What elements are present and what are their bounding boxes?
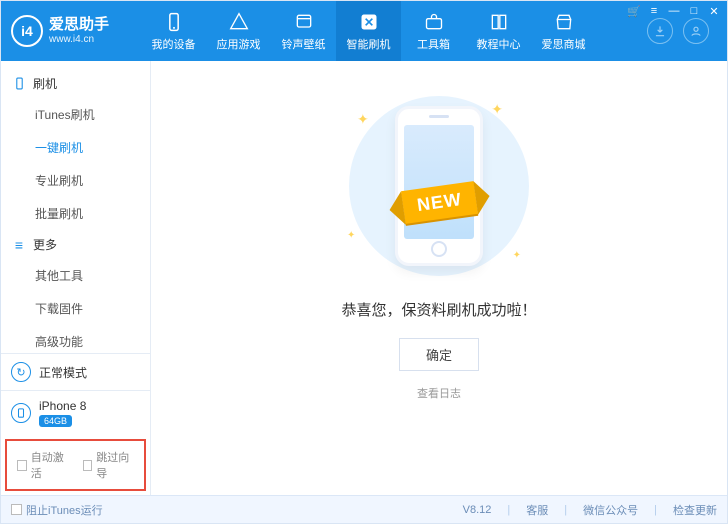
sidebar-group-more: ≡ 更多	[1, 230, 150, 259]
cart-button[interactable]: 🛒	[627, 4, 641, 18]
download-button[interactable]	[647, 18, 673, 44]
check-skip-wizard[interactable]: 跳过向导	[83, 449, 135, 481]
spark-icon: ✦	[357, 111, 369, 128]
toolbox-icon	[423, 11, 445, 33]
tab-smart-flash[interactable]: 智能刷机	[336, 1, 401, 61]
tab-label: 我的设备	[152, 36, 196, 52]
menu-button[interactable]: ≡	[647, 4, 661, 18]
sidebar-group-title: 更多	[33, 236, 57, 253]
sidebar-group-flash: 刷机	[1, 69, 150, 98]
more-icon: ≡	[11, 237, 27, 253]
success-illustration: ✦ ✦ ✦ ✦ NEW	[329, 91, 549, 281]
divider: |	[564, 504, 567, 516]
logo-badge: i4	[11, 15, 43, 47]
success-message: 恭喜您，保资料刷机成功啦！	[341, 299, 536, 320]
spark-icon: ✦	[347, 230, 355, 241]
check-auto-activate[interactable]: 自动激活	[17, 449, 69, 481]
phone-small-icon	[11, 403, 31, 423]
apps-icon	[228, 11, 250, 33]
sidebar-group-title: 刷机	[33, 75, 57, 92]
topbar: i4 爱思助手 www.i4.cn 我的设备 应用游戏 铃声壁纸 智能刷机	[1, 1, 727, 61]
user-button[interactable]	[683, 18, 709, 44]
divider: |	[507, 504, 510, 516]
check-label: 跳过向导	[96, 449, 134, 481]
app-logo: i4 爱思助手 www.i4.cn	[11, 15, 141, 47]
tab-store[interactable]: 爱思商城	[531, 1, 596, 61]
tab-label: 爱思商城	[542, 36, 586, 52]
ok-button[interactable]: 确定	[399, 338, 479, 371]
check-block-itunes[interactable]: 阻止iTunes运行	[11, 502, 103, 518]
device-icon	[163, 11, 185, 33]
view-log-link[interactable]: 查看日志	[417, 385, 461, 401]
tab-toolbox[interactable]: 工具箱	[401, 1, 466, 61]
app-name-en: www.i4.cn	[49, 34, 109, 45]
tab-ringtones[interactable]: 铃声壁纸	[271, 1, 336, 61]
book-icon	[488, 11, 510, 33]
checkbox-icon	[83, 460, 93, 471]
tab-tutorials[interactable]: 教程中心	[466, 1, 531, 61]
device-row[interactable]: iPhone 8 64GB	[1, 390, 150, 435]
device-mode-row[interactable]: ↻ 正常模式	[1, 353, 150, 390]
minimize-button[interactable]: —	[667, 4, 681, 18]
divider: |	[654, 504, 657, 516]
footer-link-wechat[interactable]: 微信公众号	[583, 502, 638, 518]
tab-label: 铃声壁纸	[282, 36, 326, 52]
window-controls: 🛒 ≡ — □ ✕	[627, 4, 721, 18]
sidebar: 刷机 iTunes刷机 一键刷机 专业刷机 批量刷机 ≡ 更多 其他工具 下载固…	[1, 61, 151, 495]
flash-icon	[358, 11, 380, 33]
sidebar-item-batch-flash[interactable]: 批量刷机	[1, 197, 150, 230]
tab-apps[interactable]: 应用游戏	[206, 1, 271, 61]
tab-label: 工具箱	[417, 36, 450, 52]
maximize-button[interactable]: □	[687, 4, 701, 18]
sidebar-item-pro-flash[interactable]: 专业刷机	[1, 164, 150, 197]
main-tabs: 我的设备 应用游戏 铃声壁纸 智能刷机 工具箱 教程中心	[141, 1, 596, 61]
refresh-icon: ↻	[11, 362, 31, 382]
check-label: 阻止iTunes运行	[26, 502, 103, 518]
sidebar-item-download-firmware[interactable]: 下载固件	[1, 292, 150, 325]
device-name: iPhone 8	[39, 399, 86, 413]
tab-label: 智能刷机	[347, 36, 391, 52]
main-panel: ✦ ✦ ✦ ✦ NEW 恭喜您，保资料刷机成功啦！ 确定 查看日志	[151, 61, 727, 495]
sidebar-item-other-tools[interactable]: 其他工具	[1, 259, 150, 292]
version-label: V8.12	[463, 504, 492, 516]
footer-link-update[interactable]: 检查更新	[673, 502, 717, 518]
check-label: 自动激活	[31, 449, 69, 481]
device-small-icon	[11, 77, 27, 90]
sidebar-item-onekey-flash[interactable]: 一键刷机	[1, 131, 150, 164]
sidebar-item-itunes-flash[interactable]: iTunes刷机	[1, 98, 150, 131]
footer-link-kefu[interactable]: 客服	[526, 502, 548, 518]
highlighted-options-box: 自动激活 跳过向导	[5, 439, 146, 491]
sidebar-item-advanced[interactable]: 高级功能	[1, 325, 150, 353]
close-button[interactable]: ✕	[707, 4, 721, 18]
spark-icon: ✦	[491, 101, 503, 118]
status-bar: 阻止iTunes运行 V8.12 | 客服 | 微信公众号 | 检查更新	[1, 495, 727, 523]
checkbox-icon	[17, 460, 27, 471]
checkbox-icon	[11, 504, 22, 515]
tab-my-device[interactable]: 我的设备	[141, 1, 206, 61]
device-mode-label: 正常模式	[39, 364, 87, 381]
tab-label: 教程中心	[477, 36, 521, 52]
app-name-cn: 爱思助手	[49, 17, 109, 34]
storage-badge: 64GB	[39, 415, 72, 427]
store-icon	[553, 11, 575, 33]
spark-icon: ✦	[513, 250, 521, 261]
tab-label: 应用游戏	[217, 36, 261, 52]
ringtone-icon	[293, 11, 315, 33]
